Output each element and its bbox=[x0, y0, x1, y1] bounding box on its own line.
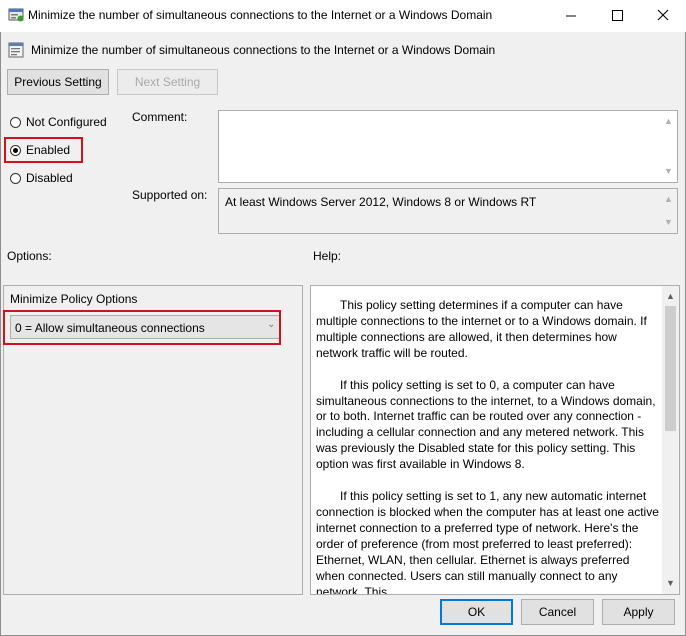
maximize-button[interactable] bbox=[594, 0, 640, 32]
scroll-up-arrow-icon[interactable]: ▲ bbox=[660, 113, 677, 130]
dropdown-highlight-annotation bbox=[3, 310, 281, 345]
apply-button[interactable]: Apply bbox=[602, 599, 675, 625]
help-text-viewport: This policy setting determines if a comp… bbox=[311, 286, 663, 594]
policy-title: Minimize the number of simultaneous conn… bbox=[31, 43, 496, 57]
cancel-button[interactable]: Cancel bbox=[521, 599, 594, 625]
scroll-up-arrow-icon[interactable]: ▲ bbox=[660, 191, 677, 208]
window-title: Minimize the number of simultaneous conn… bbox=[28, 8, 493, 22]
previous-setting-button[interactable]: Previous Setting bbox=[7, 69, 109, 95]
radio-not-configured-label: Not Configured bbox=[26, 115, 107, 129]
help-panel: This policy setting determines if a comp… bbox=[310, 285, 680, 595]
ok-label: OK bbox=[467, 605, 486, 619]
close-button[interactable] bbox=[640, 0, 686, 32]
radio-disabled-indicator bbox=[10, 172, 21, 184]
help-paragraph: If this policy setting is set to 1, any … bbox=[316, 489, 659, 594]
scroll-down-arrow-icon[interactable]: ▼ bbox=[662, 575, 679, 592]
help-scrollbar-thumb[interactable] bbox=[665, 306, 676, 431]
radio-not-configured[interactable]: Not Configured bbox=[10, 115, 107, 129]
radio-disabled[interactable]: Disabled bbox=[10, 171, 73, 185]
previous-setting-label: Previous Setting bbox=[14, 75, 102, 89]
comment-textarea[interactable]: ▲ ▼ bbox=[218, 110, 678, 183]
title-bar: Minimize the number of simultaneous conn… bbox=[0, 0, 686, 32]
radio-disabled-label: Disabled bbox=[26, 171, 73, 185]
next-setting-button[interactable]: Next Setting bbox=[117, 69, 218, 95]
minimize-button[interactable] bbox=[548, 0, 594, 32]
scroll-down-arrow-icon[interactable]: ▼ bbox=[660, 163, 677, 180]
cancel-label: Cancel bbox=[538, 605, 577, 619]
help-paragraph: If this policy setting is set to 0, a co… bbox=[316, 377, 656, 472]
ok-button[interactable]: OK bbox=[440, 599, 513, 625]
comment-label: Comment: bbox=[132, 110, 188, 124]
apply-label: Apply bbox=[623, 605, 654, 619]
scroll-up-arrow-icon[interactable]: ▲ bbox=[662, 288, 679, 305]
minimize-policy-options-label: Minimize Policy Options bbox=[10, 292, 138, 306]
supported-on-label: Supported on: bbox=[132, 188, 208, 202]
help-section-label: Help: bbox=[313, 249, 342, 263]
enabled-highlight-annotation bbox=[4, 137, 83, 163]
supported-on-value: At least Windows Server 2012, Windows 8 … bbox=[225, 195, 537, 209]
supported-scrollbar[interactable]: ▲ ▼ bbox=[660, 189, 677, 233]
help-text: This policy setting determines if a comp… bbox=[316, 298, 659, 594]
help-scrollbar[interactable]: ▲ ▼ bbox=[662, 286, 679, 594]
comment-scrollbar[interactable]: ▲ ▼ bbox=[660, 111, 677, 182]
radio-not-configured-indicator bbox=[10, 116, 21, 128]
options-section-label: Options: bbox=[7, 249, 52, 263]
policy-app-icon bbox=[8, 7, 25, 27]
next-setting-label: Next Setting bbox=[134, 75, 201, 89]
supported-on-box: At least Windows Server 2012, Windows 8 … bbox=[218, 188, 678, 234]
help-paragraph: This policy setting determines if a comp… bbox=[316, 298, 647, 360]
scroll-down-arrow-icon[interactable]: ▼ bbox=[660, 214, 677, 231]
policy-setting-icon bbox=[8, 42, 25, 62]
